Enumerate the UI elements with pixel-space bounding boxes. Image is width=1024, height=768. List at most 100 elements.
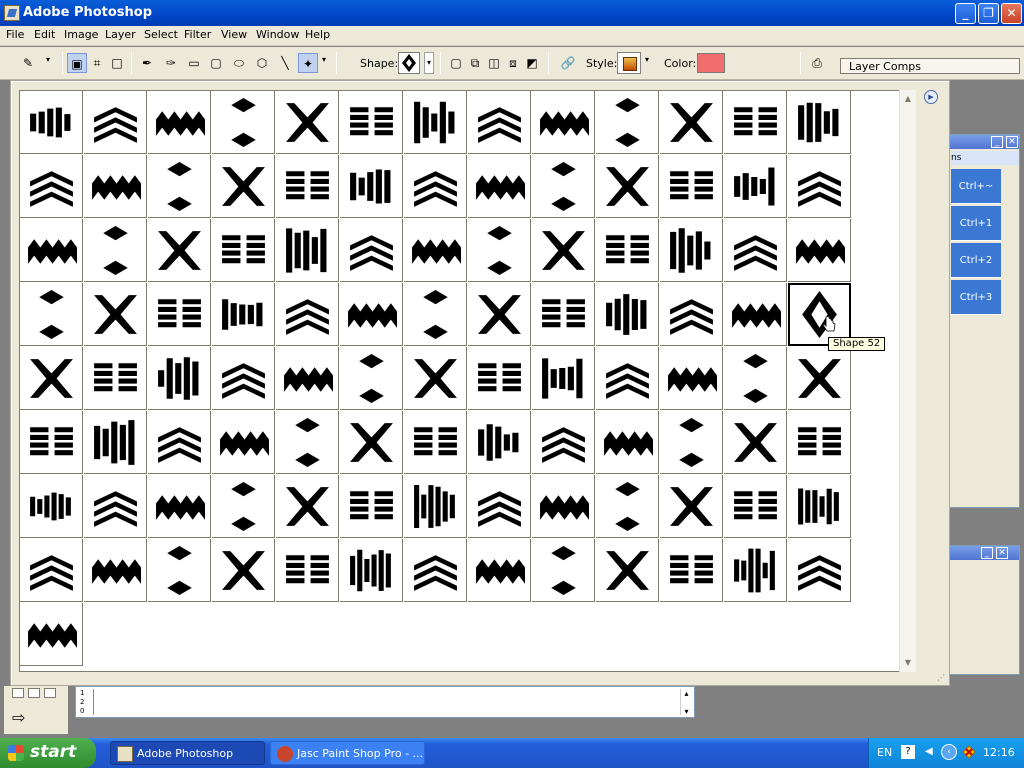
close-icon[interactable]: ✕: [1006, 136, 1018, 148]
shape-swatch[interactable]: [788, 155, 851, 218]
shape-swatch[interactable]: [532, 347, 595, 410]
shape-swatch[interactable]: [148, 411, 211, 474]
shape-swatch[interactable]: [468, 219, 531, 282]
shape-swatch[interactable]: [84, 155, 147, 218]
layer-comps-tab[interactable]: Layer Comps: [840, 58, 1020, 74]
full-screen-mode-icon[interactable]: [44, 688, 56, 698]
close-icon[interactable]: ✕: [996, 547, 1008, 559]
subtract-shape-area-button[interactable]: ◫: [484, 53, 504, 73]
taskbar-item-paintshop[interactable]: Jasc Paint Shop Pro - ...: [270, 741, 425, 765]
polygon-tool-button[interactable]: ⬡: [252, 53, 272, 73]
shape-swatch[interactable]: [276, 539, 339, 602]
resize-grip-icon[interactable]: ⋰: [937, 673, 947, 683]
shape-swatch[interactable]: [724, 347, 787, 410]
pen-tool-button[interactable]: ✒: [137, 53, 157, 73]
network-icon[interactable]: [961, 744, 977, 760]
fill-pixels-button[interactable]: □: [107, 53, 127, 73]
shape-swatch[interactable]: [468, 411, 531, 474]
shape-swatch[interactable]: [340, 539, 403, 602]
shape-swatch[interactable]: [724, 539, 787, 602]
shape-swatch[interactable]: [404, 91, 467, 154]
shape-swatch[interactable]: [724, 91, 787, 154]
shape-swatch[interactable]: [724, 219, 787, 282]
shape-swatch[interactable]: [212, 155, 275, 218]
shape-swatch[interactable]: [660, 283, 723, 346]
shape-swatch[interactable]: [84, 283, 147, 346]
help-icon[interactable]: ?: [901, 745, 915, 759]
shape-swatch[interactable]: [788, 411, 851, 474]
minimize-icon[interactable]: _: [991, 136, 1003, 148]
shape-swatch[interactable]: [596, 283, 659, 346]
shape-swatch[interactable]: [596, 155, 659, 218]
shape-swatch[interactable]: [532, 219, 595, 282]
shape-swatch[interactable]: [148, 347, 211, 410]
shape-swatch[interactable]: [84, 91, 147, 154]
shape-swatch[interactable]: [660, 347, 723, 410]
shape-swatch[interactable]: [788, 91, 851, 154]
chevron-down-icon[interactable]: ▾: [46, 55, 50, 64]
shape-swatch[interactable]: [276, 411, 339, 474]
palette-well-button[interactable]: ⎙: [807, 53, 827, 73]
shape-swatch[interactable]: [340, 475, 403, 538]
intersect-shape-areas-button[interactable]: ⧈: [503, 53, 523, 73]
shape-swatch[interactable]: [532, 411, 595, 474]
shape-swatch[interactable]: [212, 347, 275, 410]
shape-swatch[interactable]: [148, 155, 211, 218]
shape-swatch[interactable]: [468, 91, 531, 154]
menu-file[interactable]: File: [6, 28, 24, 41]
shape-swatch[interactable]: [468, 475, 531, 538]
shape-swatch[interactable]: [660, 411, 723, 474]
shape-swatch[interactable]: [404, 347, 467, 410]
shape-swatch[interactable]: [20, 411, 83, 474]
shape-swatch[interactable]: [20, 603, 83, 666]
shape-swatch[interactable]: [148, 91, 211, 154]
menu-image[interactable]: Image: [64, 28, 98, 41]
shape-swatch[interactable]: [340, 411, 403, 474]
shape-swatch[interactable]: [148, 283, 211, 346]
shape-swatch[interactable]: [788, 347, 851, 410]
freeform-pen-button[interactable]: ✑: [161, 53, 181, 73]
shape-picker-dropdown-button[interactable]: ▾: [424, 52, 434, 74]
shape-swatch[interactable]: [532, 155, 595, 218]
shape-swatch[interactable]: [20, 347, 83, 410]
shape-swatch[interactable]: [468, 347, 531, 410]
scroll-up-icon[interactable]: ▲: [902, 92, 914, 106]
shape-swatch[interactable]: [724, 155, 787, 218]
minimize-button[interactable]: _: [955, 3, 976, 24]
shape-swatch[interactable]: [404, 411, 467, 474]
shape-swatch[interactable]: [532, 475, 595, 538]
shape-swatch[interactable]: [596, 411, 659, 474]
chevron-down-icon[interactable]: ▾: [645, 55, 649, 64]
chevron-down-icon[interactable]: ▾: [322, 55, 326, 64]
start-button[interactable]: start: [0, 738, 96, 768]
menu-help[interactable]: Help: [305, 28, 330, 41]
shape-swatch[interactable]: [276, 283, 339, 346]
shape-swatch[interactable]: [596, 539, 659, 602]
shape-swatch[interactable]: [340, 283, 403, 346]
shape-swatch[interactable]: [276, 219, 339, 282]
show-hidden-icons-icon[interactable]: ‹: [941, 744, 957, 760]
shape-swatch[interactable]: [20, 219, 83, 282]
paths-button[interactable]: ⌗: [87, 53, 107, 73]
shape-swatch[interactable]: [340, 219, 403, 282]
shape-swatch[interactable]: [468, 539, 531, 602]
volume-icon[interactable]: ◀: [925, 746, 933, 757]
shape-swatch[interactable]: [20, 539, 83, 602]
full-screen-menu-mode-icon[interactable]: [28, 688, 40, 698]
shape-swatch[interactable]: [532, 539, 595, 602]
shape-swatch[interactable]: [404, 539, 467, 602]
exclude-overlap-button[interactable]: ◩: [522, 53, 542, 73]
custom-shape-tool-button[interactable]: ✦: [298, 53, 318, 73]
shape-swatch[interactable]: [148, 539, 211, 602]
shape-swatch[interactable]: [468, 155, 531, 218]
history-item[interactable]: Ctrl+3: [951, 280, 1001, 315]
create-new-shape-layer-button[interactable]: ▢: [446, 53, 466, 73]
shape-swatch[interactable]: [212, 219, 275, 282]
shape-swatch[interactable]: [84, 347, 147, 410]
shape-swatch[interactable]: [788, 475, 851, 538]
shape-swatch[interactable]: [788, 539, 851, 602]
taskbar-item-photoshop[interactable]: Adobe Photoshop: [110, 741, 265, 765]
tool-preset-picker[interactable]: ✎: [18, 53, 38, 73]
line-tool-button[interactable]: ╲: [275, 53, 295, 73]
shape-swatch[interactable]: [212, 283, 275, 346]
